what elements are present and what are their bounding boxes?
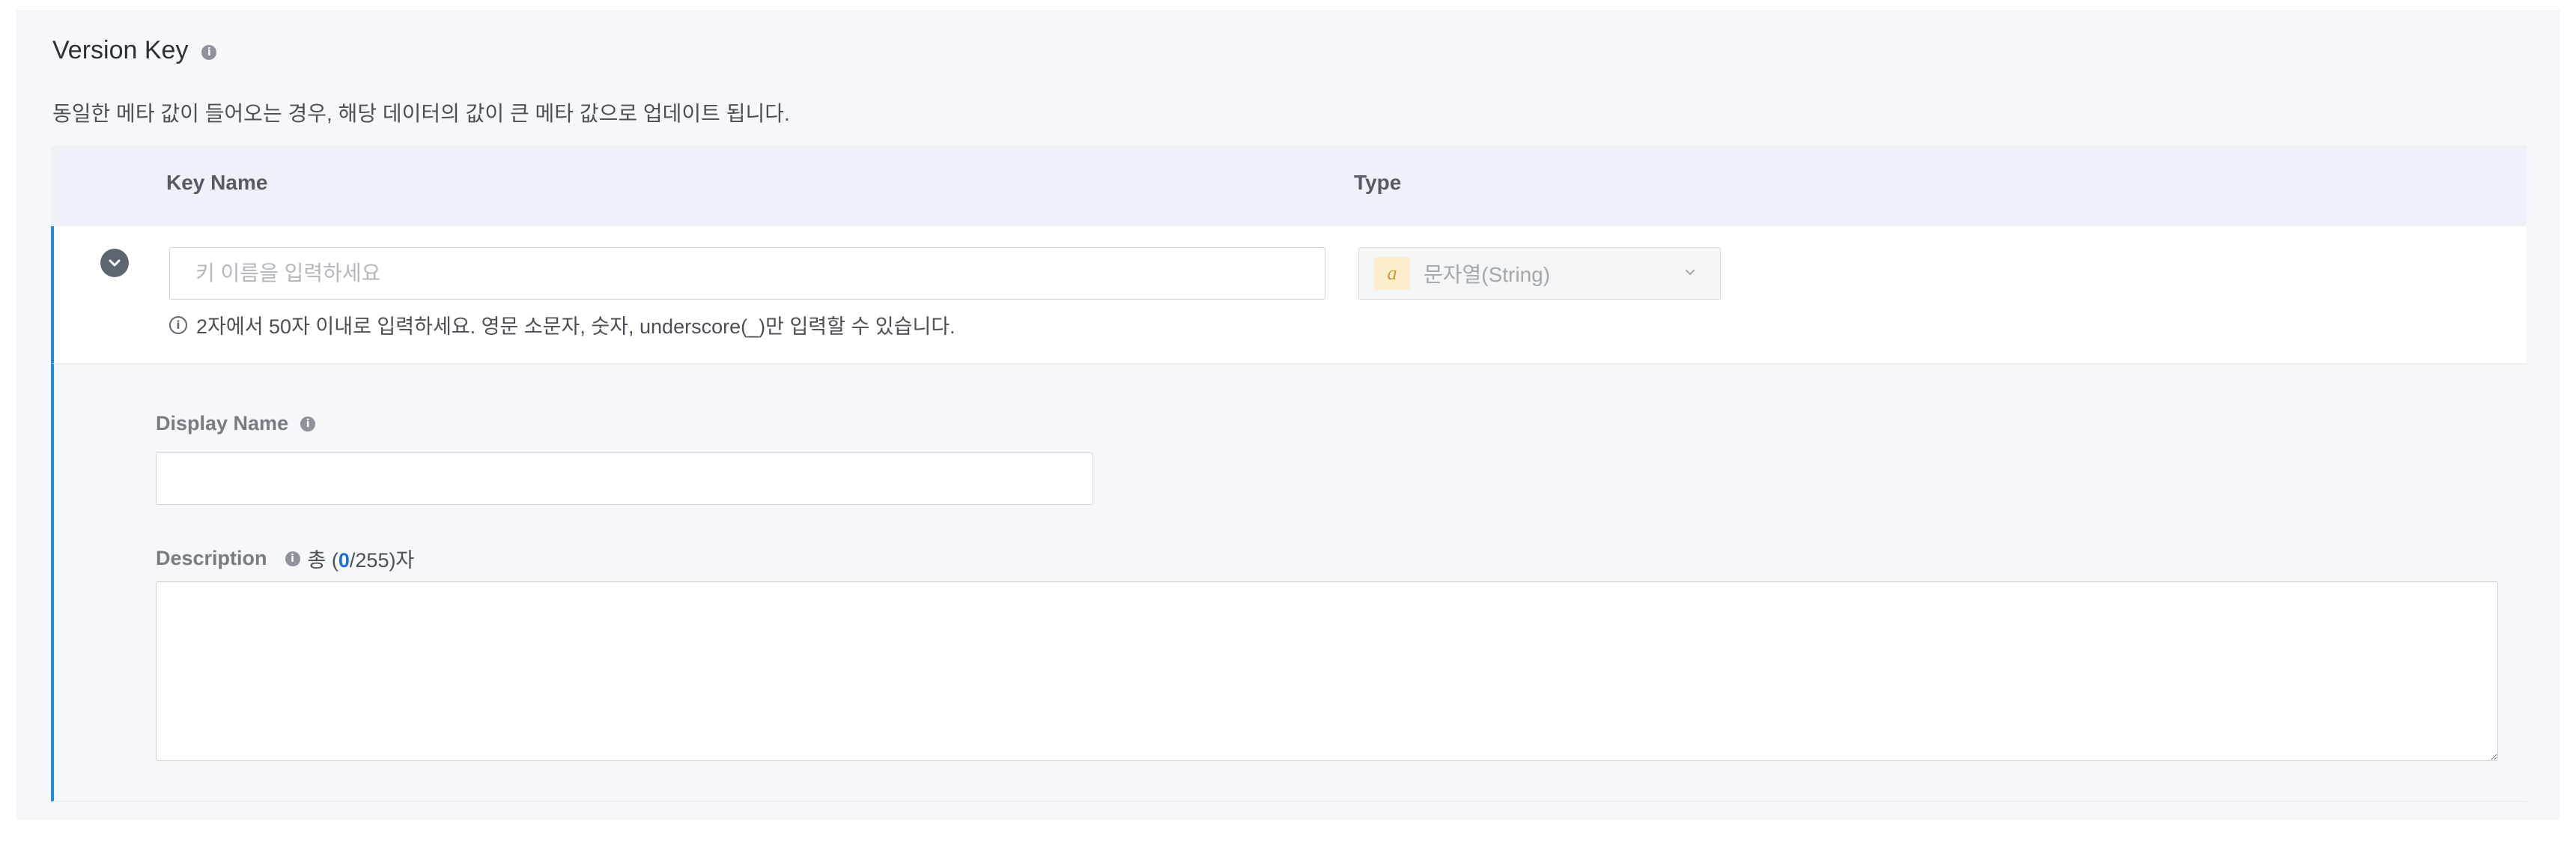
chevron-down-icon xyxy=(109,259,121,267)
key-name-hint-text: 2자에서 50자 이내로 입력하세요. 영문 소문자, 숫자, undersco… xyxy=(196,315,956,338)
counter-suffix: /255)자 xyxy=(349,549,415,572)
chevron-down-icon xyxy=(1686,270,1695,275)
display-name-label: Display Name i xyxy=(156,412,316,435)
column-header-type: Type xyxy=(1354,171,1402,194)
description-char-counter: 총 (0/255)자 xyxy=(308,544,415,573)
key-detail-section: Display Name i Description i 총 (0/255)자 xyxy=(51,364,2527,802)
section-description: 동일한 메타 값이 들어오는 경우, 해당 데이터의 값이 큰 메타 값으로 업… xyxy=(52,102,790,125)
counter-value: 0 xyxy=(338,549,350,572)
version-key-row: a 문자열(String) i 2자에서 50자 이내로 입력하세요. 영문 소… xyxy=(51,226,2527,364)
display-name-input[interactable] xyxy=(156,452,1093,505)
info-icon[interactable]: i xyxy=(300,416,316,431)
type-select[interactable]: a 문자열(String) xyxy=(1358,247,1721,300)
description-textarea[interactable] xyxy=(156,581,2498,761)
type-select-value: 문자열(String) xyxy=(1424,263,1551,286)
column-header-key-name: Key Name xyxy=(166,171,268,194)
section-title-text: Version Key xyxy=(52,36,189,64)
string-type-badge: a xyxy=(1374,257,1410,290)
key-name-input[interactable] xyxy=(169,247,1325,300)
display-name-label-text: Display Name xyxy=(156,412,289,434)
description-label-text: Description xyxy=(156,547,267,569)
info-circle-icon: i xyxy=(169,315,187,334)
table-header: Key Name Type xyxy=(51,145,2527,226)
description-label: Description i 총 (0/255)자 xyxy=(156,544,414,573)
collapse-toggle-button[interactable] xyxy=(100,249,129,277)
section-title: Version Key i xyxy=(52,36,217,65)
info-icon[interactable]: i xyxy=(285,551,300,566)
info-icon[interactable]: i xyxy=(201,44,217,60)
key-name-hint: i 2자에서 50자 이내로 입력하세요. 영문 소문자, 숫자, unders… xyxy=(169,310,956,339)
counter-prefix: 총 ( xyxy=(307,549,338,572)
